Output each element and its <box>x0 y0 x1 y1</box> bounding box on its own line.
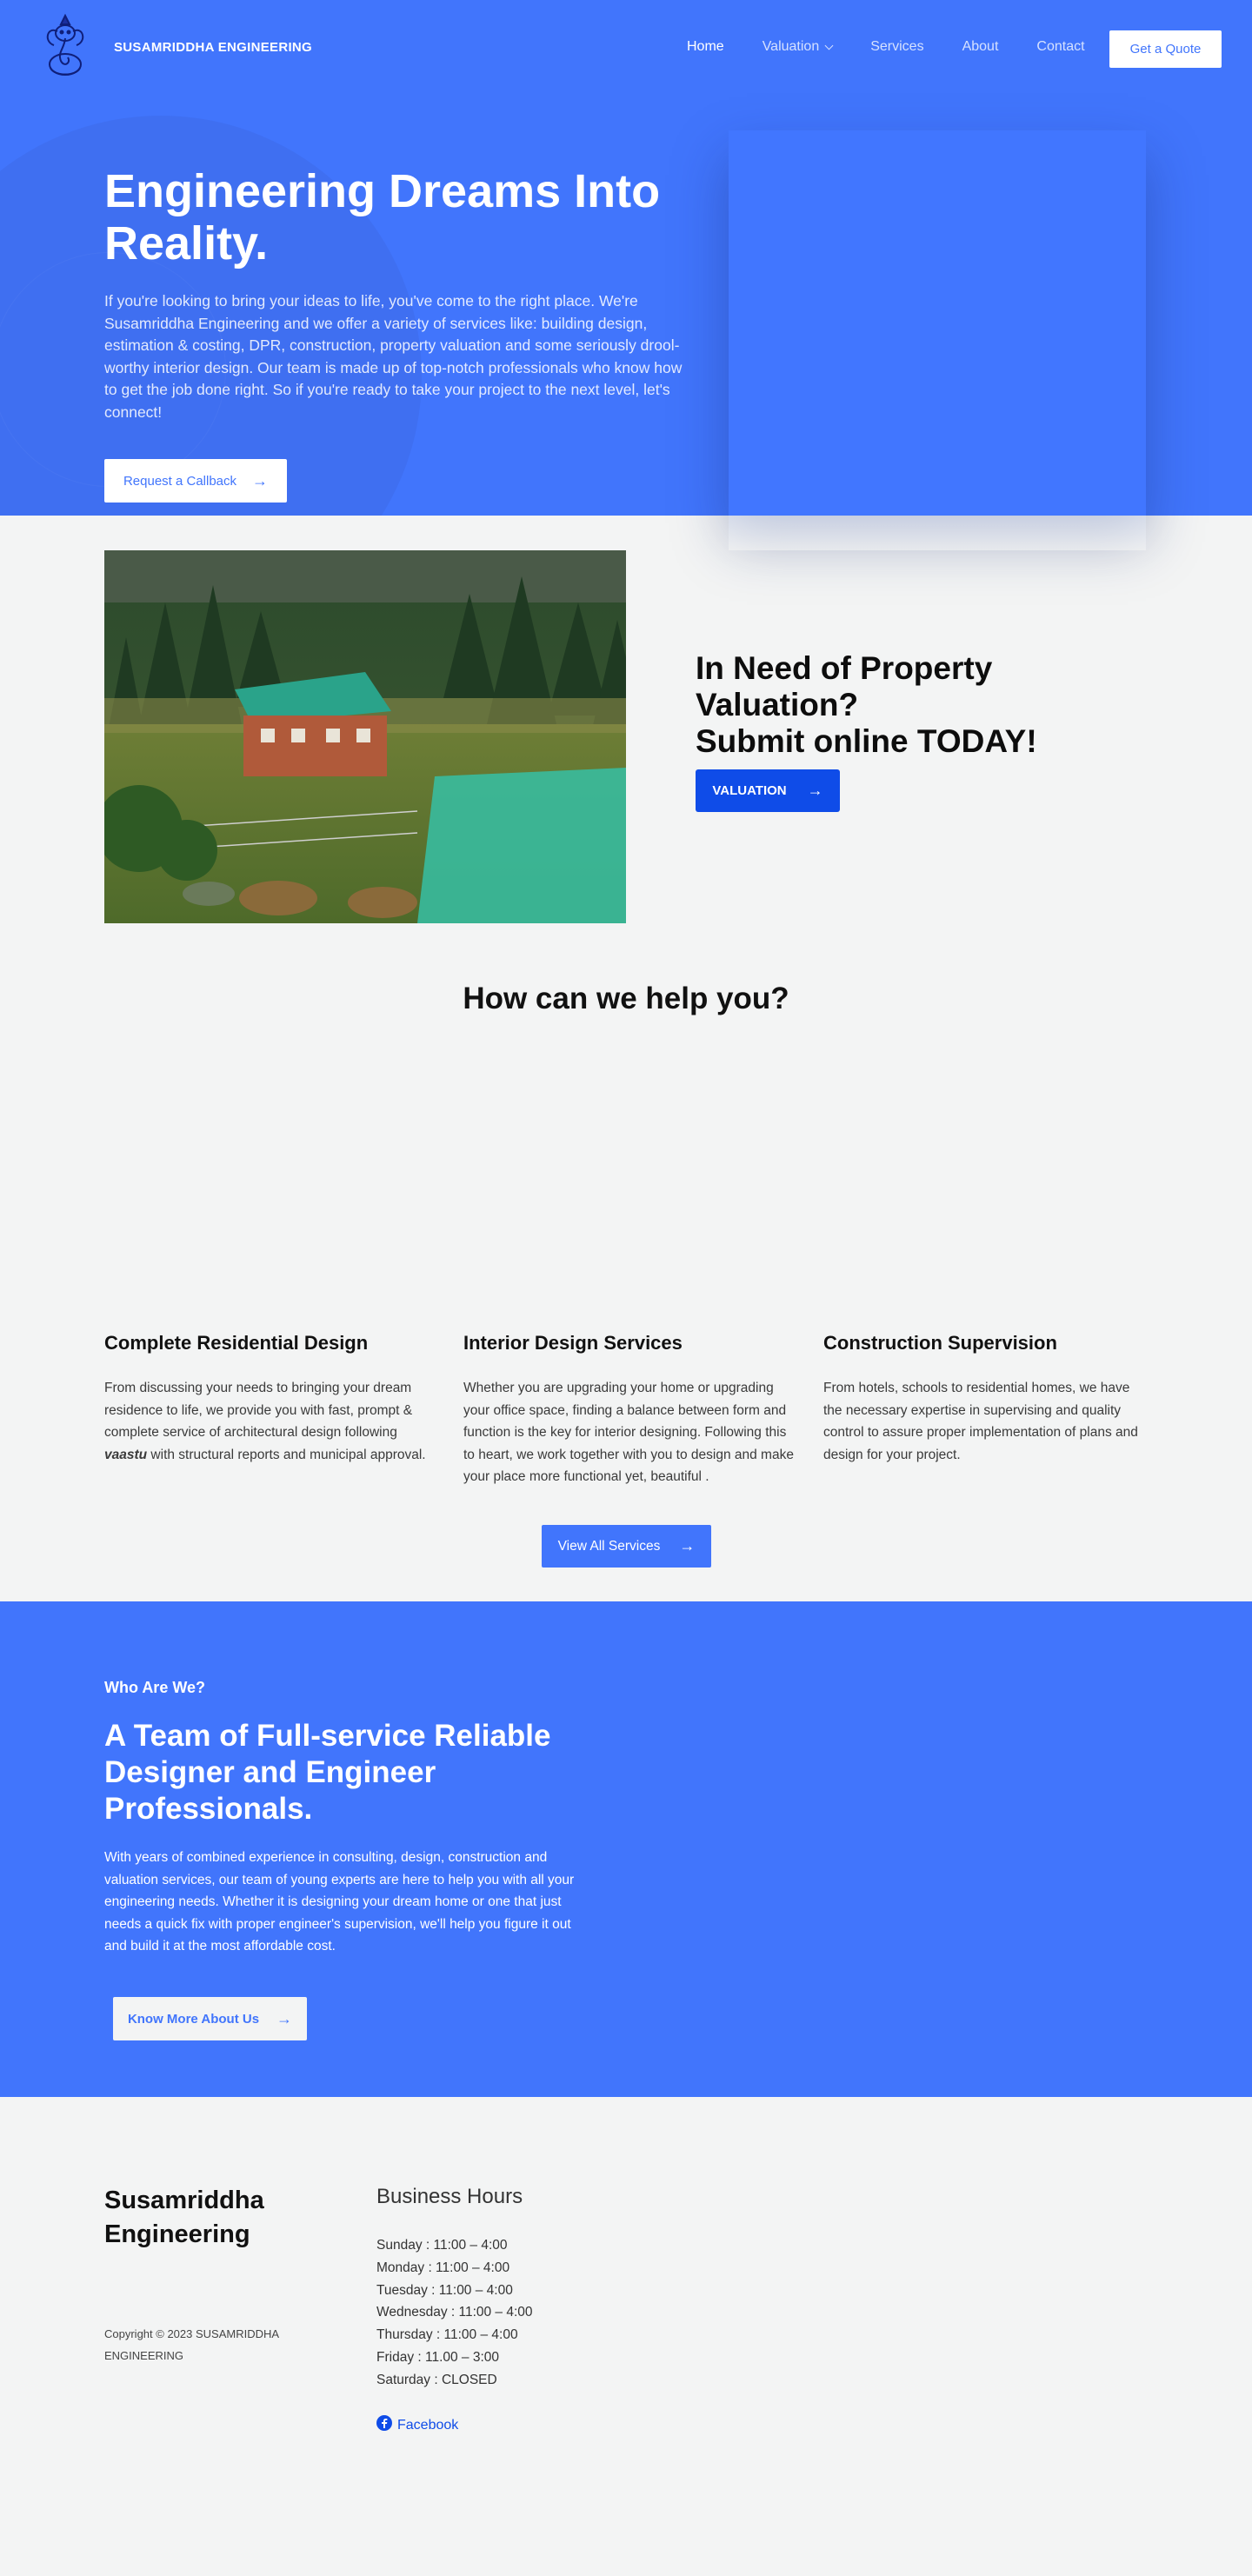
valuation-heading-line1: In Need of Property Valuation? <box>696 650 993 722</box>
hero-title: Engineering Dreams Into Reality. <box>104 165 661 270</box>
nav-contact-label: Contact <box>1036 39 1085 54</box>
arrow-right-icon: → <box>679 1537 696 1554</box>
nav-home[interactable]: Home <box>687 39 724 55</box>
ganesha-logo-icon[interactable] <box>38 12 92 80</box>
services-heading: How can we help you? <box>463 982 789 1015</box>
hours-row: Thursday : 11:00 – 4:00 <box>376 2327 518 2343</box>
hours-row: Sunday : 11:00 – 4:00 <box>376 2238 508 2253</box>
arrow-right-icon: → <box>252 471 269 489</box>
service-residential-design: Complete Residential Design From discuss… <box>104 1332 435 1466</box>
facebook-link[interactable]: Facebook <box>376 2415 458 2435</box>
business-hours-heading: Business Hours <box>376 2185 523 2208</box>
nav-services[interactable]: Services <box>870 39 923 55</box>
service-text-emphasis: vaastu <box>104 1447 148 1462</box>
nav-about[interactable]: About <box>962 39 999 55</box>
business-hours-list: Sunday : 11:00 – 4:00 Monday : 11:00 – 4… <box>376 2234 533 2392</box>
nav-contact[interactable]: Contact <box>1036 39 1084 55</box>
valuation-heading: In Need of Property Valuation? Submit on… <box>696 650 1096 760</box>
hero-media-card <box>729 130 1146 516</box>
site-header: SUSAMRIDDHA ENGINEERING Home Valuation S… <box>0 0 1252 97</box>
footer-copyright: Copyright © 2023 SUSAMRIDDHA ENGINEERING <box>104 2327 279 2362</box>
hero-description: If you're looking to bring your ideas to… <box>104 292 683 421</box>
valuation-heading-line2: Submit online TODAY! <box>696 723 1037 759</box>
hours-row: Friday : 11.00 – 3:00 <box>376 2349 500 2365</box>
nav-home-label: Home <box>687 39 724 54</box>
about-label: Who Are We? <box>104 1679 205 1696</box>
service-description: From discussing your needs to bringing y… <box>104 1377 435 1466</box>
brand-name[interactable]: SUSAMRIDDHA ENGINEERING <box>114 40 312 55</box>
service-interior-design: Interior Design Services Whether you are… <box>463 1332 794 1488</box>
request-callback-button[interactable]: Request a Callback → <box>104 459 287 503</box>
nav-services-label: Services <box>870 39 924 54</box>
facebook-label: Facebook <box>397 2417 459 2433</box>
hours-row: Monday : 11:00 – 4:00 <box>376 2260 510 2275</box>
get-quote-button[interactable]: Get a Quote <box>1109 30 1222 68</box>
service-description: From hotels, schools to residential home… <box>823 1381 1138 1462</box>
hours-row: Saturday : CLOSED <box>376 2372 497 2387</box>
service-description: Whether you are upgrading your home or u… <box>463 1381 794 1484</box>
facebook-icon <box>376 2415 392 2435</box>
hero-card-shadow <box>729 516 1146 550</box>
hours-row: Tuesday : 11:00 – 4:00 <box>376 2282 513 2298</box>
nav-about-label: About <box>962 39 999 54</box>
view-all-services-button[interactable]: View All Services → <box>542 1525 711 1568</box>
service-title: Interior Design Services <box>463 1332 683 1354</box>
about-heading: A Team of Full-service Reliable Designer… <box>104 1719 551 1826</box>
service-text: with structural reports and municipal ap… <box>147 1447 426 1462</box>
about-description: With years of combined experience in con… <box>104 1850 575 1954</box>
view-all-services-label: View All Services <box>557 1538 661 1554</box>
nav-valuation-label: Valuation <box>762 39 820 54</box>
main-nav: Home Valuation Services About Contact <box>687 39 1123 55</box>
know-more-label: Know More About Us <box>127 2011 260 2027</box>
footer-brand: Susamriddha Engineering <box>104 2187 264 2248</box>
service-title: Complete Residential Design <box>104 1332 369 1354</box>
service-title: Construction Supervision <box>823 1332 1057 1354</box>
arrow-right-icon: → <box>276 2009 293 2027</box>
request-callback-label: Request a Callback <box>123 473 237 489</box>
chevron-down-icon <box>824 41 834 50</box>
arrow-right-icon: → <box>807 782 823 799</box>
valuation-button-label: VALUATION <box>712 783 787 798</box>
house-photo <box>104 550 626 923</box>
nav-valuation[interactable]: Valuation <box>762 39 834 55</box>
service-text: From discussing your needs to bringing y… <box>104 1381 413 1440</box>
know-more-button[interactable]: Know More About Us → <box>113 1997 307 2040</box>
hours-row: Wednesday : 11:00 – 4:00 <box>376 2305 533 2320</box>
valuation-button[interactable]: VALUATION → <box>696 769 840 812</box>
service-construction-supervision: Construction Supervision From hotels, sc… <box>823 1332 1149 1466</box>
